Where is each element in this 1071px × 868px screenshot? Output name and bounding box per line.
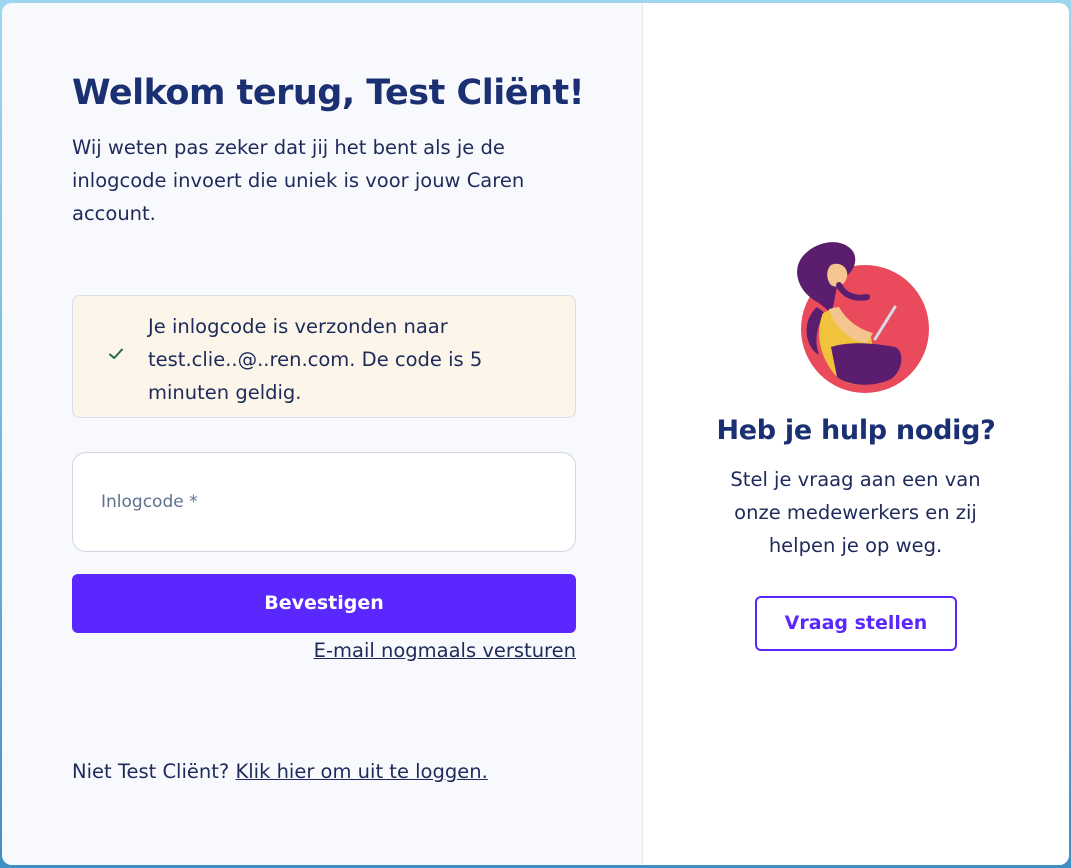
confirm-button[interactable]: Bevestigen bbox=[72, 574, 576, 633]
not-user-footer: Niet Test Cliënt? Klik hier om uit te lo… bbox=[72, 760, 488, 783]
login-card: Welkom terug, Test Cliënt! Wij weten pas… bbox=[2, 3, 1069, 865]
help-title: Heb je hulp nodig? bbox=[716, 415, 996, 446]
login-code-input[interactable] bbox=[73, 453, 575, 551]
check-icon bbox=[107, 345, 125, 363]
help-text: Stel je vraag aan een van onze medewerke… bbox=[730, 468, 981, 557]
login-panel: Welkom terug, Test Cliënt! Wij weten pas… bbox=[2, 3, 643, 865]
footer-prefix: Niet Test Cliënt? bbox=[72, 760, 230, 783]
notice-message: Je inlogcode is verzonden naar test.clie… bbox=[148, 315, 483, 404]
help-panel: Heb je hulp nodig? Stel je vraag aan een… bbox=[643, 3, 1069, 865]
code-sent-notice: Je inlogcode is verzonden naar test.clie… bbox=[72, 295, 576, 418]
page-title: Welkom terug, Test Cliënt! bbox=[72, 73, 585, 113]
ask-question-button[interactable]: Vraag stellen bbox=[755, 596, 957, 651]
logout-link[interactable]: Klik hier om uit te loggen. bbox=[235, 760, 487, 783]
intro-text: Wij weten pas zeker dat jij het bent als… bbox=[72, 136, 525, 225]
woman-with-laptop-illustration bbox=[797, 242, 929, 393]
login-code-field[interactable] bbox=[72, 452, 576, 552]
resend-email-link[interactable]: E-mail nogmaals versturen bbox=[314, 639, 576, 662]
